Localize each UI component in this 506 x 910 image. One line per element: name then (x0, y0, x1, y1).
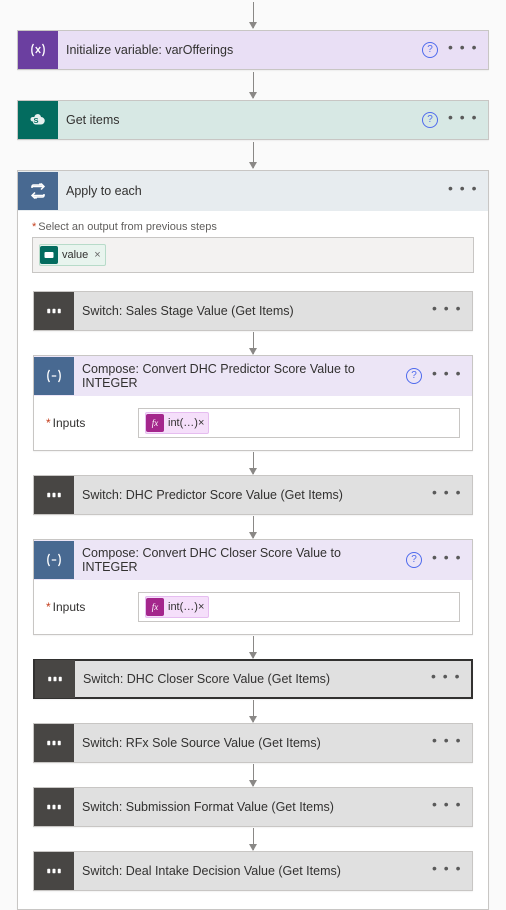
apply-to-each-header[interactable]: Apply to each • • • (18, 171, 488, 211)
expression-text: int(…) (168, 601, 198, 613)
expression-text: int(…) (168, 417, 198, 429)
connector-arrow (253, 828, 254, 850)
help-button[interactable]: ? (406, 552, 422, 568)
step-title: Switch: DHC Closer Score Value (Get Item… (75, 672, 421, 686)
more-actions-button[interactable]: • • • (432, 796, 462, 812)
inputs-label: Inputs (46, 600, 138, 614)
compose-icon (34, 357, 74, 395)
switch-icon (34, 852, 74, 890)
variable-icon (18, 31, 58, 69)
step-title: Get items (58, 113, 412, 127)
remove-token-button[interactable]: × (198, 601, 204, 613)
step-title: Initialize variable: varOfferings (58, 43, 412, 57)
step-apply-to-each: Apply to each • • • Select an output fro… (17, 170, 489, 910)
dynamic-content-token[interactable]: value × (39, 244, 106, 266)
more-actions-button[interactable]: • • • (432, 549, 462, 565)
step-title: Switch: RFx Sole Source Value (Get Items… (74, 736, 422, 750)
more-actions-button[interactable]: • • • (448, 109, 478, 125)
sharepoint-icon (40, 246, 58, 264)
more-actions-button[interactable]: • • • (432, 484, 462, 500)
loop-input-field[interactable]: value × (32, 237, 474, 273)
step-switch-submission[interactable]: Switch: Submission Format Value (Get Ite… (33, 787, 473, 827)
inputs-label: Inputs (46, 416, 138, 430)
more-actions-button[interactable]: • • • (432, 300, 462, 316)
step-title: Compose: Convert DHC Predictor Score Val… (74, 362, 396, 390)
more-actions-button[interactable]: • • • (432, 860, 462, 876)
connector-arrow (253, 764, 254, 786)
step-title: Switch: Deal Intake Decision Value (Get … (74, 864, 422, 878)
step-get-items[interactable]: S Get items ? • • • (17, 100, 489, 140)
connector-arrow (253, 72, 254, 98)
compose-input-field[interactable]: fx int(…) × (138, 408, 460, 438)
switch-icon (34, 476, 74, 514)
sharepoint-icon: S (18, 101, 58, 139)
token-label: value (62, 249, 88, 261)
expression-token[interactable]: fx int(…) × (145, 412, 209, 434)
step-title: Switch: Sales Stage Value (Get Items) (74, 304, 422, 318)
svg-text:S: S (34, 116, 39, 125)
step-switch-closer[interactable]: Switch: DHC Closer Score Value (Get Item… (33, 659, 473, 699)
more-actions-button[interactable]: • • • (432, 365, 462, 381)
switch-icon (35, 660, 75, 698)
more-actions-button[interactable]: • • • (448, 180, 478, 196)
connector-arrow (253, 452, 254, 474)
connector-arrow (253, 700, 254, 722)
compose-header[interactable]: Compose: Convert DHC Closer Score Value … (34, 540, 472, 580)
compose-icon (34, 541, 74, 579)
step-initialize-variable[interactable]: Initialize variable: varOfferings ? • • … (17, 30, 489, 70)
loop-icon (18, 172, 58, 210)
connector-arrow (253, 332, 254, 354)
step-compose-closer: Compose: Convert DHC Closer Score Value … (33, 539, 473, 635)
switch-icon (34, 788, 74, 826)
switch-icon (34, 724, 74, 762)
compose-input-field[interactable]: fx int(…) × (138, 592, 460, 622)
step-switch-rfx[interactable]: Switch: RFx Sole Source Value (Get Items… (33, 723, 473, 763)
remove-token-button[interactable]: × (198, 417, 204, 429)
step-switch-sales-stage[interactable]: Switch: Sales Stage Value (Get Items) • … (33, 291, 473, 331)
step-title: Switch: DHC Predictor Score Value (Get I… (74, 488, 422, 502)
step-title: Switch: Submission Format Value (Get Ite… (74, 800, 422, 814)
connector-arrow (253, 516, 254, 538)
connector-arrow (253, 2, 254, 28)
more-actions-button[interactable]: • • • (431, 668, 461, 684)
step-compose-predictor: Compose: Convert DHC Predictor Score Val… (33, 355, 473, 451)
switch-icon (34, 292, 74, 330)
connector-arrow (253, 636, 254, 658)
select-output-label: Select an output from previous steps (32, 221, 474, 233)
help-button[interactable]: ? (422, 42, 438, 58)
compose-header[interactable]: Compose: Convert DHC Predictor Score Val… (34, 356, 472, 396)
expression-token[interactable]: fx int(…) × (145, 596, 209, 618)
more-actions-button[interactable]: • • • (448, 39, 478, 55)
step-title: Apply to each (58, 184, 438, 198)
help-button[interactable]: ? (406, 368, 422, 384)
more-actions-button[interactable]: • • • (432, 732, 462, 748)
help-button[interactable]: ? (422, 112, 438, 128)
fx-icon: fx (146, 414, 164, 432)
step-title: Compose: Convert DHC Closer Score Value … (74, 546, 396, 574)
connector-arrow (253, 142, 254, 168)
step-switch-intake[interactable]: Switch: Deal Intake Decision Value (Get … (33, 851, 473, 891)
remove-token-button[interactable]: × (94, 249, 100, 261)
fx-icon: fx (146, 598, 164, 616)
step-switch-predictor[interactable]: Switch: DHC Predictor Score Value (Get I… (33, 475, 473, 515)
flow-canvas: Initialize variable: varOfferings ? • • … (0, 0, 506, 910)
